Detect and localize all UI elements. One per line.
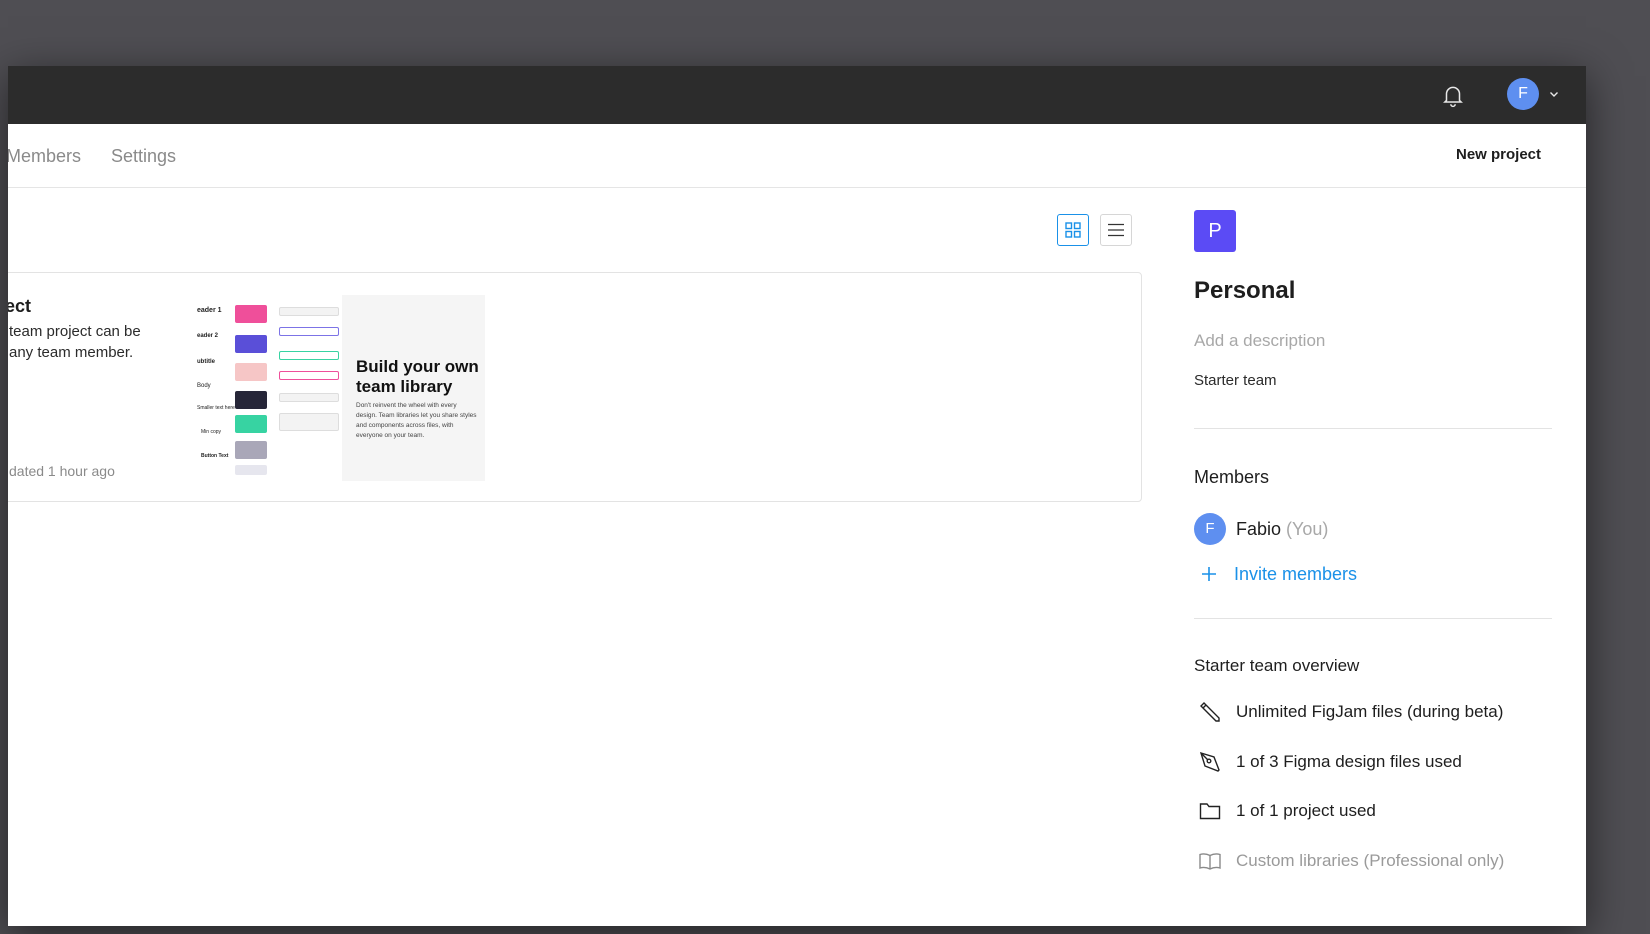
swatch-navy: [235, 391, 267, 409]
team-description-input[interactable]: Add a description: [1194, 331, 1325, 351]
pencil-icon: [1200, 702, 1220, 722]
mini-label: ubtitle: [197, 359, 215, 365]
team-subnav: Members Settings New project: [8, 124, 1586, 188]
overview-text: 1 of 3 Figma design files used: [1236, 752, 1462, 771]
tab-members[interactable]: Members: [8, 146, 81, 167]
member-you-tag: (You): [1286, 519, 1329, 539]
member-name-text: Fabio: [1236, 519, 1282, 539]
overview-item: Unlimited FigJam files (during beta): [1198, 700, 1503, 724]
swatch-purple: [235, 335, 267, 353]
tab-settings[interactable]: Settings: [111, 146, 176, 167]
folder-icon: [1199, 803, 1221, 820]
overview-text: 1 of 1 project used: [1236, 801, 1376, 820]
library-title: Build your own team library: [356, 357, 479, 396]
mini-field: [279, 307, 339, 316]
user-avatar[interactable]: F: [1507, 78, 1539, 110]
mini-field: [279, 413, 339, 431]
mini-label: Button Text: [201, 453, 229, 459]
project-updated: dated 1 hour ago: [9, 463, 115, 479]
mini-field: [279, 393, 339, 402]
project-title: ect: [8, 296, 32, 316]
chevron-down-icon[interactable]: [1548, 88, 1560, 100]
swatch-green: [235, 415, 267, 433]
mini-label: eader 2: [197, 333, 219, 339]
swatch-gray: [235, 441, 267, 459]
overview-heading: Starter team overview: [1194, 656, 1360, 675]
member-name: Fabio (You): [1236, 519, 1328, 540]
members-heading: Members: [1194, 467, 1270, 487]
library-description: Don't reinvent the wheel with every desi…: [356, 402, 477, 439]
invite-members-button[interactable]: Invite members: [1194, 560, 1357, 588]
project-card[interactable]: ect team project can be any team member.…: [8, 272, 1142, 502]
notification-bell-icon[interactable]: [1440, 82, 1466, 108]
invite-members-label: Invite members: [1234, 563, 1358, 584]
file-thumbnail[interactable]: eader 1 eader 2 ubtitle Body Smaller tex…: [195, 295, 485, 481]
overview-item: Custom libraries (Professional only): [1198, 849, 1504, 873]
mini-field: [279, 327, 339, 336]
member-avatar: F: [1194, 513, 1226, 545]
list-view-button[interactable]: [1100, 214, 1132, 246]
divider: [1194, 618, 1552, 619]
mini-field: [279, 371, 339, 380]
grid-view-button[interactable]: [1057, 214, 1089, 246]
mini-label: Min copy: [201, 429, 222, 435]
pen-tool-icon: [1199, 751, 1220, 772]
swatch-light: [235, 465, 267, 475]
overview-text: Unlimited FigJam files (during beta): [1236, 702, 1504, 721]
plus-icon: [1202, 567, 1216, 581]
overview-item: 1 of 3 Figma design files used: [1198, 750, 1462, 774]
mini-label: Body: [197, 383, 211, 389]
team-plan-label: Starter team: [1194, 372, 1277, 389]
new-project-button[interactable]: New project: [1456, 146, 1541, 163]
mini-label: eader 1: [197, 307, 222, 314]
swatch-pink: [235, 305, 267, 323]
team-avatar: P: [1194, 210, 1236, 252]
top-bar: F: [8, 66, 1586, 124]
grid-icon: [1065, 222, 1081, 238]
divider: [1194, 428, 1552, 429]
project-description: team project can be any team member.: [9, 323, 141, 361]
team-name: Personal: [1194, 277, 1296, 304]
list-icon: [1108, 223, 1124, 237]
mini-field: [279, 441, 339, 447]
thumbnail-cover: Build your own team library Don't reinve…: [342, 295, 485, 481]
app-window: F Members Settings New project ect team …: [8, 66, 1586, 926]
swatch-rose: [235, 363, 267, 381]
overview-text: Custom libraries (Professional only): [1236, 851, 1505, 870]
mini-label: Smaller text here: [197, 405, 235, 411]
mini-field: [279, 351, 339, 360]
thumbnail-component-sheet: eader 1 eader 2 ubtitle Body Smaller tex…: [195, 295, 342, 481]
book-icon: [1199, 853, 1221, 870]
overview-item: 1 of 1 project used: [1198, 799, 1376, 823]
